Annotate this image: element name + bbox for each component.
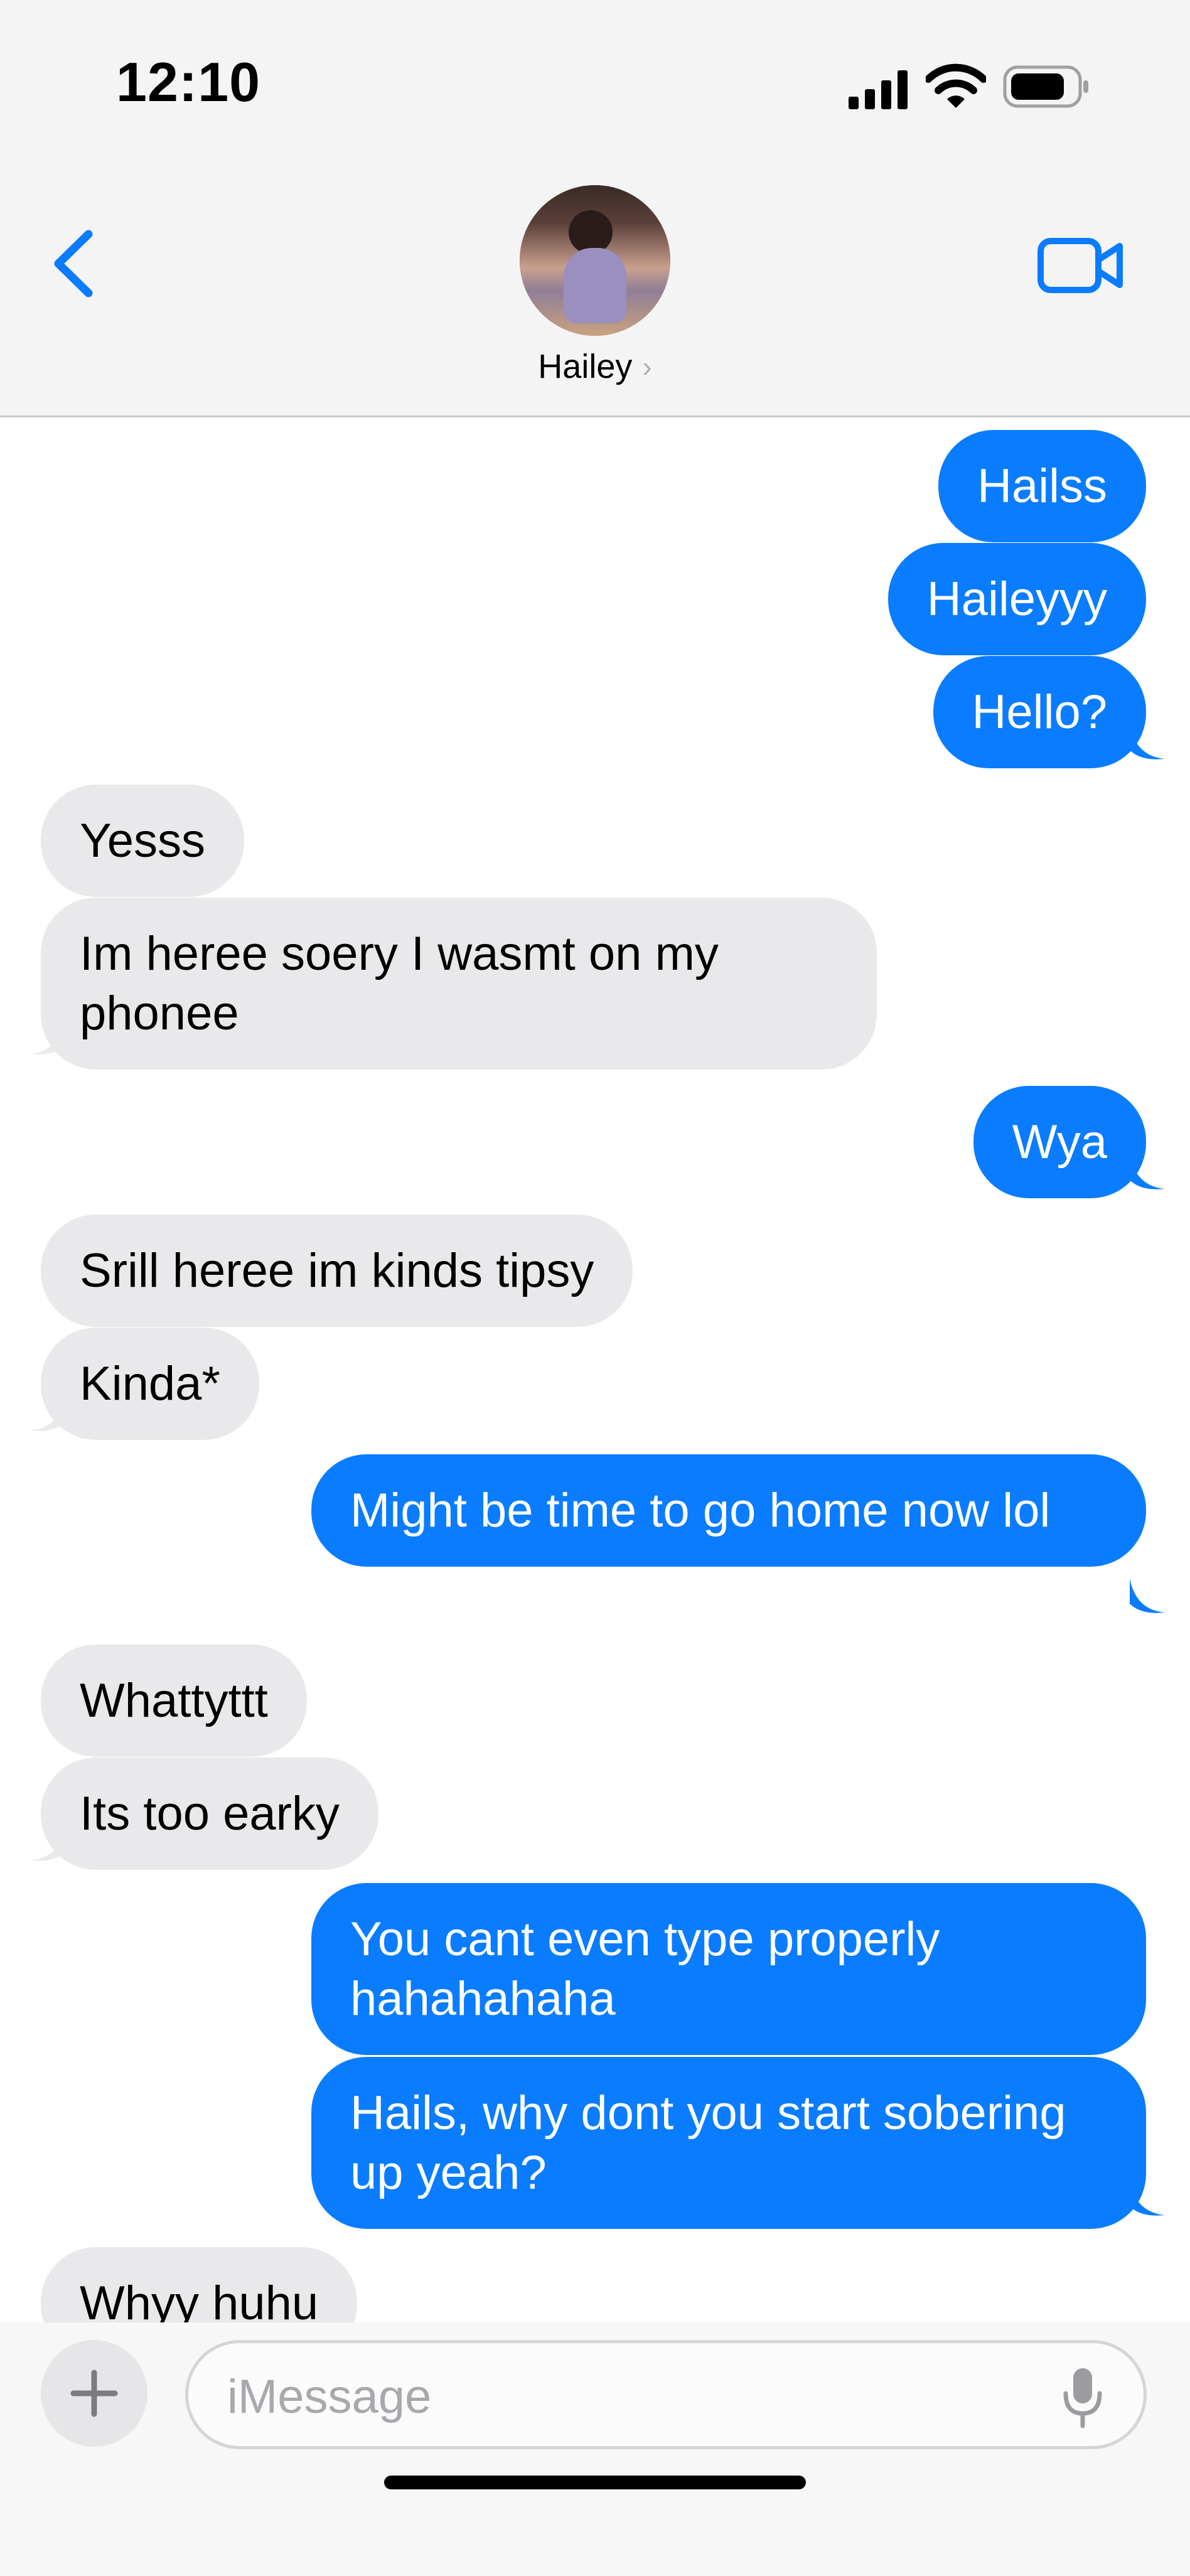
message-bubble-received[interactable]: Im heree soery I wasmt on my phonee	[41, 898, 877, 1070]
message-bubble-received[interactable]: Yesss	[41, 785, 244, 897]
message-bubble-received[interactable]: Its too earky	[41, 1758, 378, 1870]
bubble-tail	[1130, 2181, 1165, 2216]
contact-header[interactable]: Hailey ›	[0, 185, 1190, 386]
status-time: 12:10	[116, 51, 261, 113]
home-indicator[interactable]	[384, 2476, 806, 2489]
cellular-signal-icon	[849, 70, 908, 109]
wifi-icon	[926, 63, 986, 108]
bubble-tail	[1130, 1579, 1165, 1613]
microphone-icon[interactable]	[1061, 2366, 1105, 2428]
contact-name: Hailey	[538, 348, 633, 385]
plus-icon	[70, 2369, 118, 2417]
message-thread[interactable]: Hailss Haileyyy Hello? Yesss Im heree so…	[0, 417, 1190, 2322]
contact-chevron-icon: ›	[642, 350, 652, 383]
bubble-tail	[30, 1020, 65, 1055]
message-bubble-received[interactable]: Srill heree im kinds tipsy	[41, 1215, 633, 1327]
header-bar: 12:10 Hailey ›	[0, 0, 1190, 417]
imessage-input[interactable]: iMessage	[185, 2340, 1147, 2449]
message-bubble-received[interactable]: Kinda*	[41, 1328, 259, 1440]
message-bubble-sent[interactable]: Hailss	[938, 430, 1146, 542]
bubble-tail	[1130, 1155, 1165, 1189]
bubble-tail	[30, 1397, 65, 1431]
message-bubble-sent[interactable]: You cant even type properly hahahahaha	[311, 1883, 1146, 2055]
bubble-tail	[30, 1827, 65, 1861]
bubble-tail	[1130, 725, 1165, 759]
plus-button[interactable]	[41, 2340, 147, 2447]
message-bubble-received[interactable]: Whattyttt	[41, 1645, 307, 1757]
message-bubble-sent[interactable]: Hello?	[933, 656, 1146, 768]
battery-icon	[1003, 65, 1088, 108]
message-bubble-sent[interactable]: Might be time to go home now lol	[311, 1454, 1146, 1567]
message-composer: iMessage	[0, 2322, 1190, 2576]
message-bubble-sent[interactable]: Hails, why dont you start sobering up ye…	[311, 2057, 1146, 2229]
contact-avatar[interactable]	[520, 185, 670, 336]
input-placeholder: iMessage	[227, 2370, 432, 2423]
message-bubble-sent[interactable]: Haileyyy	[887, 543, 1146, 655]
video-call-icon[interactable]	[1037, 237, 1125, 294]
message-bubble-received[interactable]: Whyy huhu	[41, 2247, 358, 2322]
message-bubble-sent[interactable]: Wya	[973, 1086, 1146, 1198]
